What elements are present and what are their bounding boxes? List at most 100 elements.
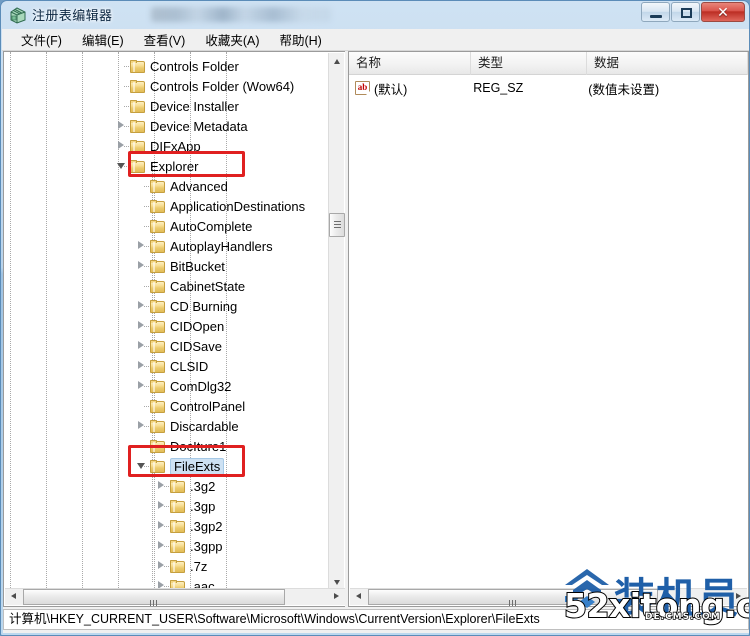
- minimize-button[interactable]: [641, 2, 670, 22]
- expand-arrow-icon[interactable]: [116, 120, 127, 131]
- maximize-button[interactable]: [671, 2, 700, 22]
- tree-vertical-scroll-thumb[interactable]: [329, 213, 345, 237]
- folder-icon: [150, 379, 165, 393]
- expand-arrow-icon[interactable]: [136, 300, 147, 311]
- tree-item-label: CabinetState: [170, 278, 246, 294]
- scroll-left-icon[interactable]: [5, 589, 22, 605]
- tree-item-label: DIFxApp: [150, 138, 201, 154]
- tree-item-cd-burning[interactable]: CD Burning: [138, 296, 240, 316]
- expand-arrow-icon[interactable]: [156, 500, 167, 511]
- tree-item-advanced[interactable]: Advanced: [150, 176, 231, 196]
- tree-item-fileexts[interactable]: FileExts: [137, 456, 225, 476]
- tree-guide-line: [10, 52, 11, 590]
- menu-item-4[interactable]: 收藏夹(A): [196, 28, 268, 52]
- tree-vertical-scrollbar[interactable]: [328, 53, 345, 590]
- expand-arrow-icon[interactable]: [136, 260, 147, 271]
- tree-scroll-port: Controls Folder Controls Folder (Wow64) De…: [4, 52, 330, 590]
- column-header-1[interactable]: 名称: [349, 52, 471, 75]
- tree-item-controls-folder-wow64[interactable]: Controls Folder (Wow64): [130, 76, 297, 96]
- expand-arrow-icon[interactable]: [136, 380, 147, 391]
- tree-item-cidsave[interactable]: CIDSave: [138, 336, 225, 356]
- chevron-icon: [138, 241, 144, 249]
- tree-horizontal-scrollbar[interactable]: [5, 588, 345, 606]
- tree-item-label: ApplicationDestinations: [170, 198, 306, 214]
- folder-icon: [150, 359, 165, 373]
- tree-item-label: .3gp: [190, 498, 216, 514]
- folder-icon: [150, 219, 165, 233]
- tree-item-label: CD Burning: [170, 298, 238, 314]
- collapse-arrow-icon[interactable]: [116, 160, 127, 171]
- tree-guide-line: [46, 52, 47, 590]
- tree-item-label: AutoComplete: [170, 218, 253, 234]
- tree-item-cidopen[interactable]: CIDOpen: [138, 316, 227, 336]
- tree-item-dociture1[interactable]: DocIture1: [150, 436, 229, 456]
- tree-item-3gp[interactable]: .3gp: [158, 496, 218, 516]
- values-horizontal-scrollbar[interactable]: [350, 588, 747, 606]
- close-icon: ✕: [717, 4, 729, 20]
- expand-arrow-icon[interactable]: [136, 320, 147, 331]
- tree-item-clsid[interactable]: CLSID: [138, 356, 211, 376]
- tree-item-comdlg32[interactable]: ComDlg32: [138, 376, 234, 396]
- value-type-cell: REG_SZ: [473, 81, 524, 95]
- chevron-icon: [158, 501, 164, 509]
- blurred-title-suffix: [151, 7, 331, 22]
- folder-icon: [170, 479, 185, 493]
- registry-values-pane[interactable]: 名称类型数据 (默认) REG_SZ (数值未设置): [348, 51, 749, 607]
- chevron-icon: [117, 163, 125, 169]
- tree-guide-line: [118, 52, 119, 590]
- menu-item-5[interactable]: 帮助(H): [270, 28, 330, 52]
- tree-item-label: Advanced: [170, 178, 228, 194]
- tree-item-3gpp[interactable]: .3gpp: [158, 536, 226, 556]
- close-button[interactable]: ✕: [701, 2, 745, 22]
- folder-icon: [150, 279, 165, 293]
- tree-item-autocomplete[interactable]: AutoComplete: [150, 216, 255, 236]
- tree-item-applicationdestinations[interactable]: ApplicationDestinations: [150, 196, 308, 216]
- expand-arrow-icon[interactable]: [136, 340, 147, 351]
- tree-item-device-installer[interactable]: Device Installer: [130, 96, 242, 116]
- expand-arrow-icon[interactable]: [156, 540, 167, 551]
- column-header-3[interactable]: 数据: [587, 52, 748, 75]
- expand-arrow-icon[interactable]: [136, 420, 147, 431]
- menu-item-1[interactable]: 文件(F): [12, 28, 71, 52]
- tree-item-controls-folder[interactable]: Controls Folder: [130, 56, 242, 76]
- expand-arrow-icon[interactable]: [136, 240, 147, 251]
- expand-arrow-icon[interactable]: [136, 360, 147, 371]
- menu-item-2[interactable]: 编辑(E): [73, 28, 133, 52]
- expand-arrow-icon[interactable]: [156, 480, 167, 491]
- chevron-icon: [138, 261, 144, 269]
- tree-item-cabinetstate[interactable]: CabinetState: [150, 276, 248, 296]
- scroll-right-icon[interactable]: [730, 589, 747, 605]
- tree-item-3g2[interactable]: .3g2: [158, 476, 218, 496]
- tree-item-difxapp[interactable]: DIFxApp: [118, 136, 204, 156]
- chevron-icon: [138, 361, 144, 369]
- folder-icon: [150, 459, 165, 473]
- tree-horizontal-scroll-thumb[interactable]: [23, 589, 285, 606]
- tree-item-explorer[interactable]: Explorer: [117, 156, 201, 176]
- menu-item-3[interactable]: 查看(V): [135, 28, 195, 52]
- tree-item-3gp2[interactable]: .3gp2: [158, 516, 226, 536]
- values-horizontal-scroll-thumb[interactable]: [368, 589, 658, 606]
- column-header-2[interactable]: 类型: [471, 52, 587, 75]
- chevron-icon: [138, 341, 144, 349]
- folder-icon: [170, 519, 185, 533]
- tree-item-7z[interactable]: .7z: [158, 556, 210, 576]
- expand-arrow-icon[interactable]: [116, 140, 127, 151]
- scroll-up-icon[interactable]: [329, 53, 345, 69]
- expand-arrow-icon[interactable]: [156, 520, 167, 531]
- tree-item-bitbucket[interactable]: BitBucket: [138, 256, 228, 276]
- registry-tree-pane[interactable]: Controls Folder Controls Folder (Wow64) De…: [3, 51, 345, 607]
- tree-item-autoplayhandlers[interactable]: AutoplayHandlers: [138, 236, 276, 256]
- folder-icon: [130, 59, 145, 73]
- tree-item-discardable[interactable]: Discardable: [138, 416, 242, 436]
- folder-icon: [150, 299, 165, 313]
- scroll-left-icon[interactable]: [350, 589, 367, 605]
- menu-list: 文件(F) 编辑(E) 查看(V) 收藏夹(A) 帮助(H): [2, 28, 749, 52]
- tree-item-label: CLSID: [170, 358, 209, 374]
- scroll-right-icon[interactable]: [328, 589, 345, 605]
- expand-arrow-icon[interactable]: [156, 560, 167, 571]
- tree-item-device-metadata[interactable]: Device Metadata: [118, 116, 251, 136]
- collapse-arrow-icon[interactable]: [136, 460, 147, 471]
- tree-item-controlpanel[interactable]: ControlPanel: [150, 396, 248, 416]
- values-column-header: 名称 类型 数据: [349, 52, 748, 75]
- table-row[interactable]: (默认) REG_SZ (数值未设置): [349, 78, 748, 98]
